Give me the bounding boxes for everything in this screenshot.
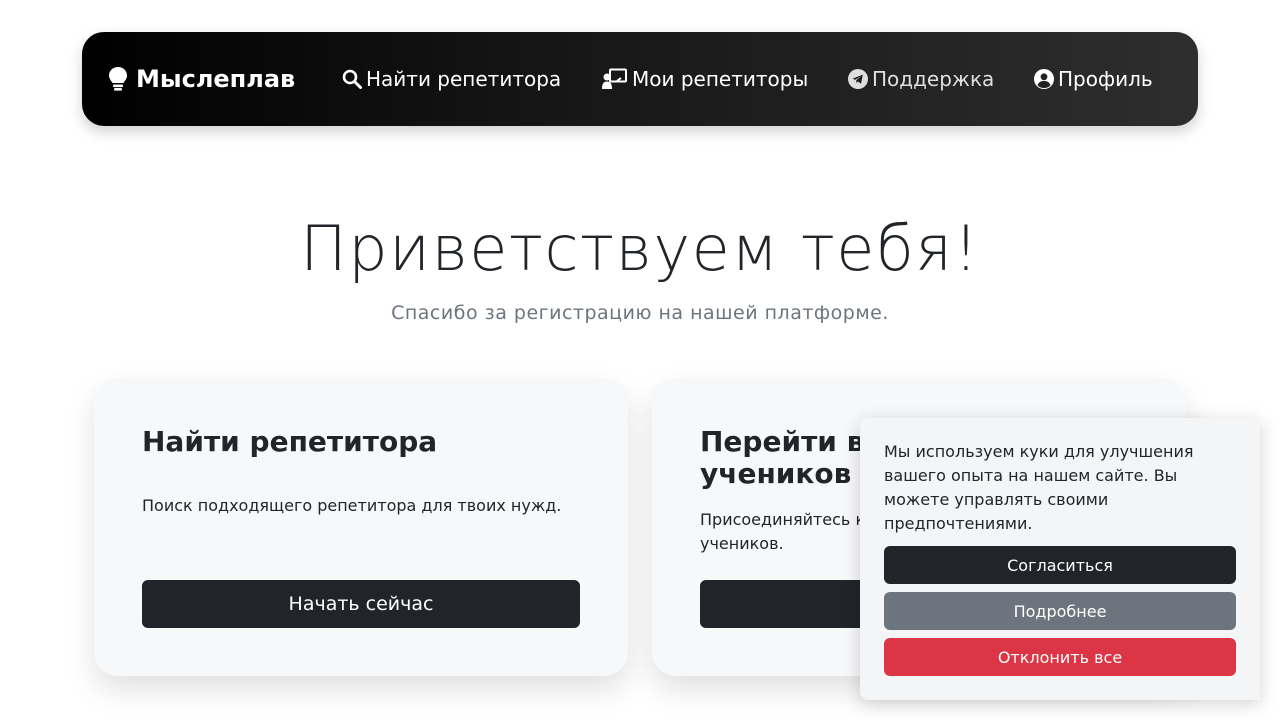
cookie-decline-button[interactable]: Отклонить все bbox=[884, 638, 1236, 676]
search-icon bbox=[342, 69, 362, 89]
telegram-icon bbox=[848, 69, 868, 89]
navbar: Мыслеплав Найти репетитора Мои репетитор… bbox=[82, 32, 1198, 126]
card-find-tutor: Найти репетитора Поиск подходящего репет… bbox=[94, 378, 628, 676]
nav-support[interactable]: Поддержка bbox=[848, 32, 994, 126]
cookie-more-button[interactable]: Подробнее bbox=[884, 592, 1236, 630]
cookie-banner: Мы используем куки для улучшения вашего … bbox=[860, 418, 1260, 700]
brand-name: Мыслеплав bbox=[136, 65, 296, 93]
page-subtitle: Спасибо за регистрацию на нашей платформ… bbox=[391, 302, 889, 324]
nav-support-label: Поддержка bbox=[872, 67, 995, 91]
nav-profile[interactable]: Профиль bbox=[1034, 32, 1153, 126]
lightbulb-icon bbox=[109, 67, 127, 91]
user-circle-icon bbox=[1034, 69, 1054, 89]
nav-find-tutor[interactable]: Найти репетитора bbox=[342, 32, 561, 126]
nav-find-tutor-label: Найти репетитора bbox=[366, 67, 562, 91]
card-title: Найти репетитора bbox=[142, 425, 438, 458]
nav-my-tutors-label: Мои репетиторы bbox=[632, 67, 809, 91]
nav-profile-label: Профиль bbox=[1058, 67, 1153, 91]
card-text-line2: учеников. bbox=[700, 534, 784, 553]
brand-link[interactable]: Мыслеплав bbox=[108, 32, 295, 126]
card-title-line1: Перейти в bbox=[700, 425, 865, 458]
card-text: Поиск подходящего репетитора для твоих н… bbox=[142, 496, 562, 515]
chalkboard-teacher-icon bbox=[602, 68, 627, 89]
card-text-line1: Присоединяйтесь к bbox=[700, 510, 866, 529]
cookie-accept-button[interactable]: Согласиться bbox=[884, 546, 1236, 584]
page-title: Приветствуем тебя! bbox=[300, 212, 980, 285]
start-now-button[interactable]: Начать сейчас bbox=[142, 580, 580, 628]
card-title-line2: учеников в bbox=[700, 457, 879, 490]
nav-my-tutors[interactable]: Мои репетиторы bbox=[602, 32, 808, 126]
cookie-text: Мы используем куки для улучшения вашего … bbox=[884, 442, 1194, 533]
